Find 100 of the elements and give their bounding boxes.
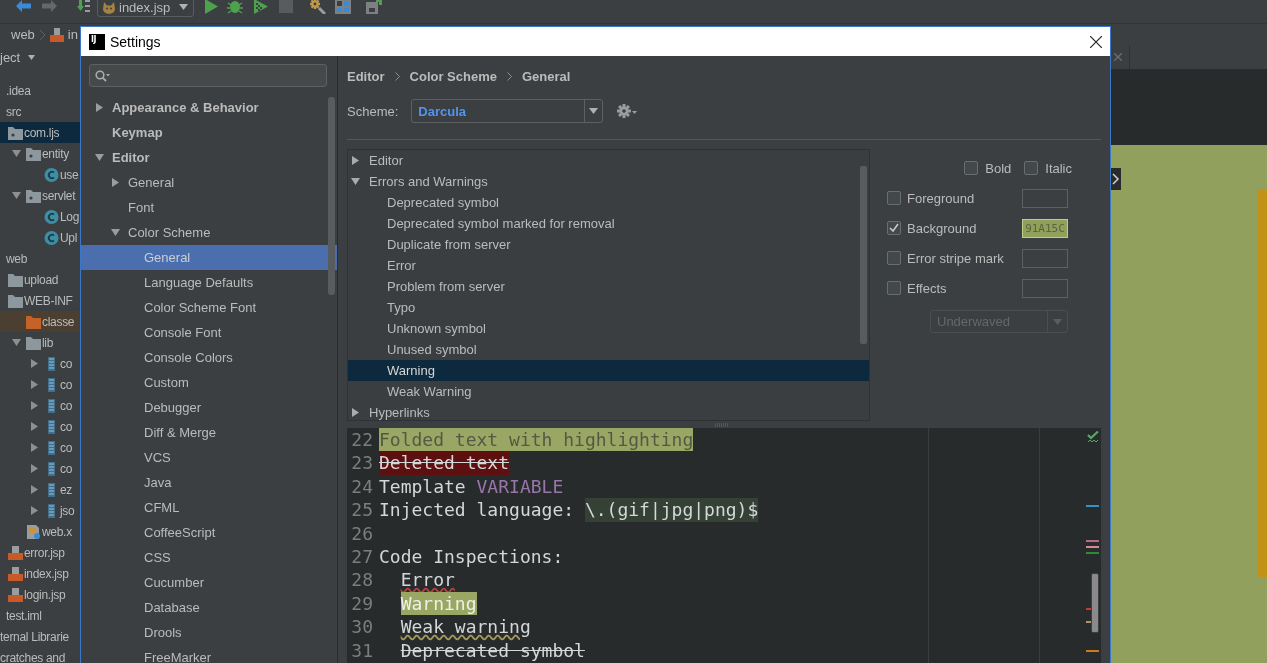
list-item[interactable]: Deprecated symbol — [348, 192, 869, 213]
checkered-play-icon[interactable] — [253, 0, 268, 14]
tree-item[interactable]: index.jsp — [0, 563, 80, 584]
tree-item[interactable]: login.jsp — [0, 584, 80, 605]
list-item[interactable]: Hyperlinks — [348, 402, 869, 420]
tree-item[interactable]: Log — [0, 206, 80, 227]
color-field[interactable] — [1022, 278, 1068, 298]
nav-item[interactable]: Debugger — [81, 395, 337, 420]
tree-item[interactable]: test.iml — [0, 605, 80, 626]
nav-item[interactable]: Diff & Merge — [81, 420, 337, 445]
nav-item[interactable]: CoffeeScript — [81, 520, 337, 545]
tree-item[interactable]: com.ljs — [0, 122, 80, 143]
caret-down-icon[interactable] — [28, 55, 36, 60]
tree-item[interactable]: co — [0, 374, 80, 395]
tree-item[interactable]: ez — [0, 479, 80, 500]
nav-item[interactable]: Java — [81, 470, 337, 495]
tree-item[interactable]: Upl — [0, 227, 80, 248]
nav-item[interactable]: Color Scheme Font — [81, 295, 337, 320]
tree-item[interactable]: co — [0, 395, 80, 416]
chevron-right-icon[interactable] — [1111, 168, 1121, 190]
download-arrow-icon[interactable] — [77, 0, 91, 14]
floppy-icon[interactable] — [366, 0, 382, 14]
caret-right-icon[interactable] — [95, 103, 104, 112]
scrollbar[interactable] — [1091, 573, 1099, 633]
checkbox[interactable] — [964, 161, 979, 175]
checkbox[interactable] — [887, 191, 901, 205]
tree-item[interactable]: error.jsp — [0, 542, 80, 563]
caret-right-icon[interactable] — [30, 464, 39, 473]
nav-item[interactable]: Console Font — [81, 320, 337, 345]
grid-icon[interactable] — [335, 0, 351, 14]
tree-item[interactable]: servlet — [0, 185, 80, 206]
nav-item[interactable]: General — [81, 170, 337, 195]
list-item[interactable]: Unused symbol — [348, 339, 869, 360]
tree-item[interactable]: web.x — [0, 521, 80, 542]
list-item[interactable]: Warning — [348, 360, 869, 381]
tree-item[interactable]: use — [0, 164, 80, 185]
list-item[interactable]: Unknown symbol — [348, 318, 869, 339]
checkbox[interactable] — [887, 281, 901, 295]
tree-item[interactable]: co — [0, 437, 80, 458]
list-item[interactable]: Errors and Warnings — [348, 171, 869, 192]
tree-item[interactable]: co — [0, 416, 80, 437]
nav-item[interactable]: General — [81, 245, 337, 270]
back-arrow-icon[interactable] — [16, 0, 31, 13]
settings-icon[interactable] — [310, 0, 326, 14]
caret-right-icon[interactable] — [30, 380, 39, 389]
navbar-item[interactable]: in — [67, 27, 78, 42]
forward-arrow-icon[interactable] — [42, 0, 57, 13]
checkbox[interactable] — [887, 251, 901, 265]
tree-item[interactable]: lib — [0, 332, 80, 353]
caret-right-icon[interactable] — [351, 156, 360, 165]
color-field[interactable] — [1022, 248, 1068, 268]
list-item[interactable]: Typo — [348, 297, 869, 318]
caret-right-icon[interactable] — [351, 408, 360, 417]
panel-title[interactable]: ject — [0, 50, 21, 65]
nav-item[interactable]: Keymap — [81, 120, 337, 145]
list-item[interactable]: Weak Warning — [348, 381, 869, 402]
play-icon[interactable] — [204, 0, 218, 14]
tree-item[interactable]: co — [0, 458, 80, 479]
caret-down-icon[interactable] — [12, 338, 21, 347]
caret-down-icon[interactable] — [12, 149, 21, 158]
caret-right-icon[interactable] — [30, 422, 39, 431]
list-item[interactable]: Problem from server — [348, 276, 869, 297]
nav-item[interactable]: Font — [81, 195, 337, 220]
run-config-dropdown[interactable]: index.jsp — [97, 0, 194, 17]
search-field[interactable] — [89, 64, 327, 87]
color-field[interactable] — [1022, 188, 1068, 208]
caret-right-icon[interactable] — [30, 485, 39, 494]
caret-down-icon[interactable] — [12, 191, 21, 200]
list-item[interactable]: Editor — [348, 150, 869, 171]
caret-right-icon[interactable] — [30, 401, 39, 410]
caret-right-icon[interactable] — [30, 443, 39, 452]
nav-item[interactable]: Editor — [81, 145, 337, 170]
nav-item[interactable]: CFML — [81, 495, 337, 520]
checkbox[interactable] — [887, 221, 901, 235]
nav-item[interactable]: Appearance & Behavior — [81, 95, 337, 120]
tree-item[interactable]: WEB-INF — [0, 290, 80, 311]
caret-down-icon[interactable] — [351, 177, 360, 186]
nav-item[interactable]: Cucumber — [81, 570, 337, 595]
scrollbar[interactable] — [860, 166, 867, 344]
tree-item[interactable]: ternal Librarie — [0, 626, 80, 647]
tree-item[interactable]: web — [0, 248, 80, 269]
tree-item[interactable]: src — [0, 101, 80, 122]
splitter-handle[interactable] — [714, 422, 730, 427]
scrollbar[interactable] — [328, 97, 335, 295]
tree-item[interactable]: classe — [0, 311, 80, 332]
tree-item[interactable]: entity — [0, 143, 80, 164]
tree-item[interactable]: cratches and — [0, 647, 80, 663]
navbar-item[interactable]: web — [11, 27, 35, 42]
nav-item[interactable]: CSS — [81, 545, 337, 570]
nav-item[interactable]: Custom — [81, 370, 337, 395]
nav-item[interactable]: VCS — [81, 445, 337, 470]
nav-item[interactable]: Language Defaults — [81, 270, 337, 295]
checkbox[interactable] — [1024, 161, 1039, 175]
nav-item[interactable]: Console Colors — [81, 345, 337, 370]
caret-down-icon[interactable] — [95, 153, 104, 162]
tree-item[interactable]: .idea — [0, 80, 80, 101]
scheme-dropdown[interactable]: Darcula — [411, 99, 604, 123]
list-item[interactable]: Error — [348, 255, 869, 276]
tree-item[interactable]: jso — [0, 500, 80, 521]
caret-right-icon[interactable] — [30, 506, 39, 515]
